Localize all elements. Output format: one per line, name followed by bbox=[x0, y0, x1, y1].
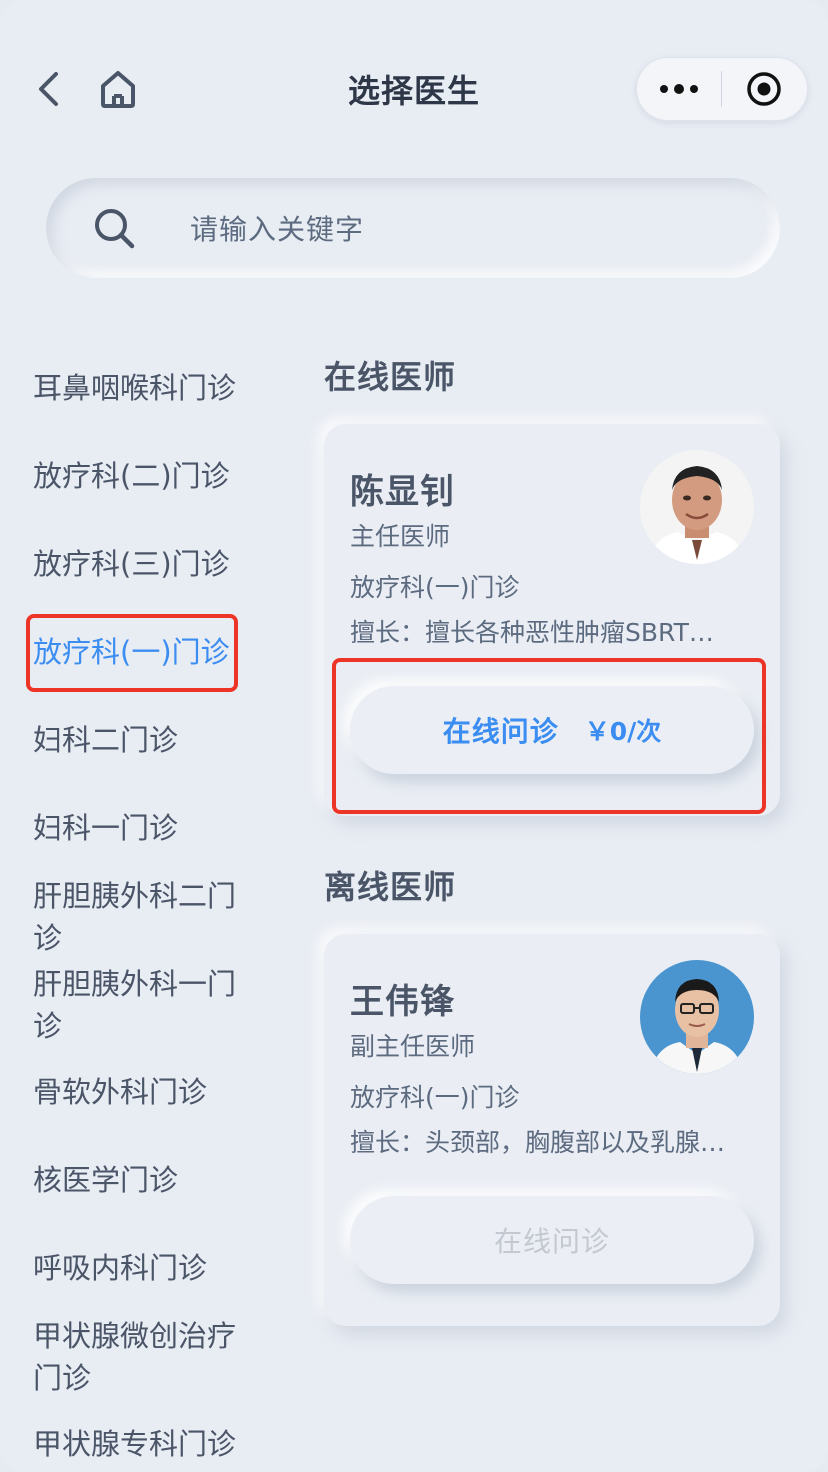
online-section-title: 在线医师 bbox=[324, 358, 457, 396]
doctor-department: 放疗科(一)门诊 bbox=[350, 1083, 520, 1112]
offline-consult-button: 在线问诊 bbox=[350, 1196, 754, 1284]
doctor-name: 陈显钊 bbox=[350, 472, 455, 512]
header: 选择医生 bbox=[0, 0, 828, 180]
page: 选择医生 请输入关键字 耳鼻咽喉科门诊 放疗科(二)门诊 放疗科(三)门诊 放疗… bbox=[0, 0, 828, 1472]
consult-label: 在线问诊 bbox=[493, 1225, 610, 1258]
dept-item[interactable]: 肝胆胰外科一门诊 bbox=[33, 963, 249, 1047]
search-input-placeholder[interactable]: 请输入关键字 bbox=[190, 208, 364, 248]
doctor-title: 主任医师 bbox=[350, 522, 451, 551]
search-bar[interactable]: 请输入关键字 bbox=[46, 178, 780, 278]
doctor-department: 放疗科(一)门诊 bbox=[350, 573, 520, 602]
more-dots-icon bbox=[660, 84, 698, 94]
doctor-title: 副主任医师 bbox=[350, 1032, 476, 1061]
doctor-avatar bbox=[640, 450, 754, 564]
dept-item[interactable]: 妇科二门诊 bbox=[33, 719, 253, 761]
dept-item[interactable]: 甲状腺专科门诊 bbox=[33, 1423, 253, 1465]
dept-item[interactable]: 放疗科(三)门诊 bbox=[33, 543, 253, 585]
search-icon bbox=[95, 209, 135, 249]
dept-item[interactable]: 甲状腺微创治疗门诊 bbox=[33, 1315, 249, 1399]
dept-item[interactable]: 妇科一门诊 bbox=[33, 807, 253, 849]
doctor-avatar bbox=[640, 960, 754, 1074]
dept-item[interactable]: 放疗科(二)门诊 bbox=[33, 455, 253, 497]
avatar-image bbox=[640, 450, 754, 564]
dept-item[interactable]: 肝胆胰外科二门诊 bbox=[33, 875, 249, 959]
doctor-specialty: 擅长：头颈部，胸腹部以及乳腺… bbox=[350, 1128, 726, 1157]
target-close-icon bbox=[747, 72, 781, 106]
dept-item[interactable]: 呼吸内科门诊 bbox=[33, 1247, 253, 1289]
dept-item[interactable]: 骨软外科门诊 bbox=[33, 1071, 253, 1113]
mini-program-capsule bbox=[636, 57, 808, 121]
avatar-image bbox=[640, 960, 754, 1074]
doctor-card-offline[interactable]: 王伟锋 副主任医师 放疗科(一)门诊 擅长：头颈部，胸腹部以及乳腺… 在线问诊 bbox=[324, 934, 780, 1326]
dept-item[interactable]: 核医学门诊 bbox=[33, 1159, 253, 1201]
close-button[interactable] bbox=[722, 58, 806, 120]
doctor-specialty: 擅长：擅长各种恶性肿瘤SBRT… bbox=[350, 618, 714, 647]
doctor-name: 王伟锋 bbox=[350, 982, 455, 1022]
more-button[interactable] bbox=[637, 58, 721, 120]
consult-button-highlight bbox=[332, 658, 766, 814]
dept-item[interactable]: 耳鼻咽喉科门诊 bbox=[33, 367, 253, 409]
active-dept-highlight bbox=[26, 614, 238, 692]
offline-section-title: 离线医师 bbox=[324, 868, 457, 906]
